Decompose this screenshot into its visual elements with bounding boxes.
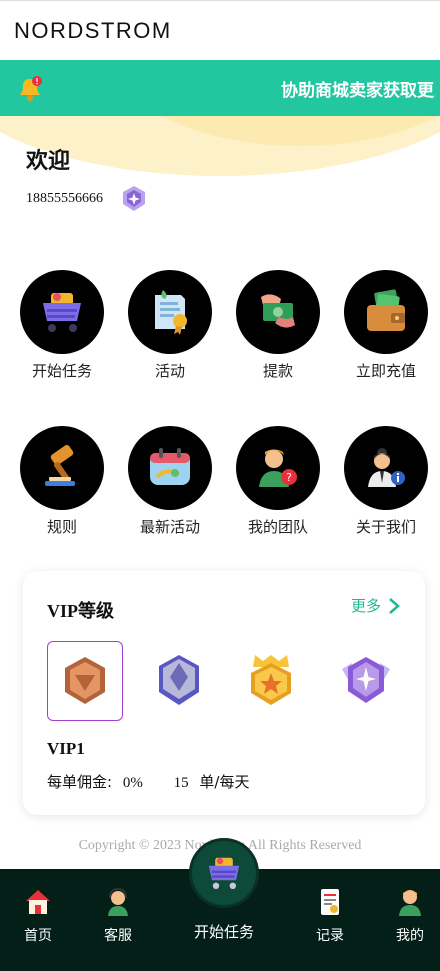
gold-badge-icon	[251, 655, 291, 705]
certificate-icon	[155, 290, 187, 335]
vip-level: VIP1	[47, 739, 85, 758]
wallet-icon	[367, 289, 405, 331]
vip-commission-info: 每单佣金: 0% 15 单/每天	[47, 771, 249, 792]
vip-more-label: 更多	[350, 597, 381, 615]
menu-label: 我的团队	[247, 518, 308, 536]
vip-badge-3[interactable]	[233, 641, 309, 721]
user-phone: 18855556666	[26, 191, 103, 206]
info-person-icon	[368, 448, 405, 487]
commission-value: 0%	[122, 775, 143, 791]
tab-home[interactable]: 首页	[8, 887, 68, 945]
menu-activity[interactable]: 活动	[120, 270, 220, 381]
purple-badge-icon	[342, 657, 390, 703]
welcome-title: 欢迎	[26, 148, 71, 173]
commission-label: 每单佣金:	[47, 773, 113, 791]
svg-text:?: ?	[286, 471, 292, 484]
chevron-right-icon	[389, 597, 400, 614]
menu-my-team[interactable]: ? 我的团队	[228, 426, 328, 537]
menu-label: 提款	[262, 362, 293, 380]
profile-icon	[399, 890, 421, 916]
gavel-icon	[45, 444, 75, 486]
shopping-cart-icon	[43, 293, 81, 332]
menu-label: 立即充值	[355, 362, 416, 380]
vip-title: VIP等级	[47, 601, 114, 621]
vip-badge-icon	[123, 186, 145, 211]
menu-start-task[interactable]: 开始任务	[12, 270, 112, 381]
brand-logo[interactable]: NORDSTROM	[14, 18, 172, 44]
home-icon	[26, 890, 50, 914]
menu-label: 活动	[154, 362, 185, 380]
orders-unit: 单/每天	[199, 773, 250, 791]
orders-value: 15	[173, 775, 189, 791]
customer-service-icon	[108, 887, 128, 916]
vip-card: VIP等级 更多 VIP1 每单佣金: 0% 15 单/每天	[23, 571, 425, 815]
cash-hand-icon	[261, 294, 295, 328]
tab-label: 客服	[104, 928, 132, 944]
tab-label: 记录	[316, 928, 344, 944]
tab-label: 我的	[396, 928, 424, 944]
vip-more-link[interactable]: 更多	[351, 595, 401, 616]
bell-icon[interactable]	[14, 72, 46, 104]
notice-bar[interactable]: 协助商城卖家获取更	[0, 60, 440, 116]
menu-latest-activity[interactable]: 最新活动	[120, 426, 220, 537]
menu-recharge[interactable]: 立即充值	[336, 270, 436, 381]
calendar-icon	[150, 448, 190, 485]
top-header: NORDSTROM	[0, 0, 440, 60]
menu-about-us[interactable]: 关于我们	[336, 426, 436, 537]
tab-label: 首页	[24, 928, 52, 944]
vip-badge-4[interactable]	[328, 641, 404, 721]
bronze-badge-icon	[65, 657, 105, 704]
start-task-fab[interactable]	[189, 838, 259, 908]
notice-text: 协助商城卖家获取更	[281, 81, 434, 100]
vip-badge-2[interactable]	[141, 641, 217, 721]
menu-rules[interactable]: 规则	[12, 426, 112, 537]
tab-mine[interactable]: 我的	[380, 887, 440, 945]
records-icon	[321, 889, 339, 915]
tab-service[interactable]: 客服	[88, 887, 148, 945]
menu-label: 关于我们	[355, 518, 416, 536]
menu-label: 规则	[46, 518, 77, 536]
shopping-cart-icon	[208, 857, 240, 889]
team-person-icon: ?	[259, 449, 297, 487]
menu-label: 最新活动	[139, 518, 200, 536]
vip-badge-1[interactable]	[47, 641, 123, 721]
menu-label: 开始任务	[31, 362, 92, 380]
menu-withdraw[interactable]: 提款	[228, 270, 328, 381]
tab-start-task-label[interactable]: 开始任务	[174, 921, 274, 942]
silver-badge-icon	[159, 655, 199, 705]
tab-records[interactable]: 记录	[300, 887, 360, 945]
